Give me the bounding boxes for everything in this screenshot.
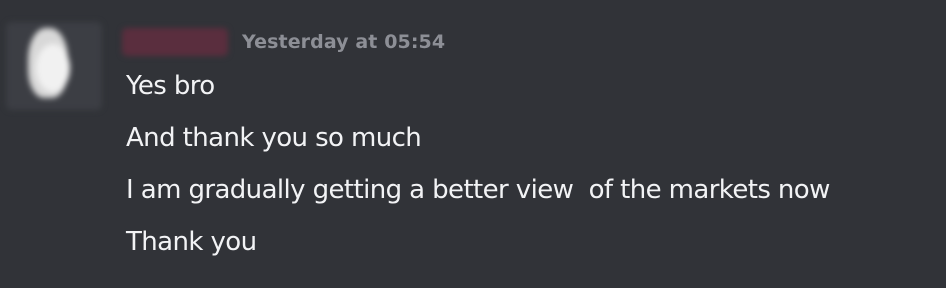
username-redacted[interactable] <box>122 28 228 56</box>
message-header: Yesterday at 05:54 <box>122 24 445 60</box>
message-line: And thank you so much <box>126 123 422 153</box>
message-line: Yes bro <box>126 71 215 101</box>
user-avatar[interactable] <box>6 22 102 110</box>
message-lines: Yes bro And thank you so much I am gradu… <box>126 66 830 274</box>
message-timestamp[interactable]: Yesterday at 05:54 <box>242 31 445 53</box>
message-group: Yesterday at 05:54 Yes bro And thank you… <box>0 0 946 288</box>
message-line: Thank you <box>126 227 257 257</box>
message-line: I am gradually getting a better view of … <box>126 175 830 205</box>
avatar-blurred-highlight <box>36 44 70 92</box>
